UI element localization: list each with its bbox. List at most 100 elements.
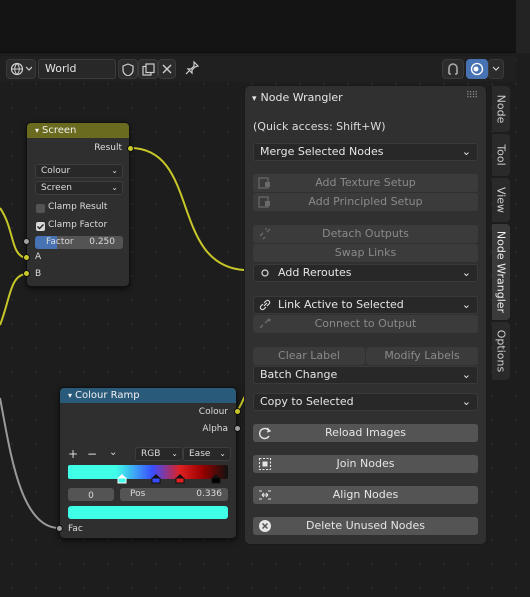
tab-node-label: Node [494,94,508,124]
active-stop-index-value: 0 [88,491,94,501]
add-texture-setup-label: Add Texture Setup [315,176,416,189]
factor-slider[interactable]: Factor 0.250 [35,236,123,249]
reroute-icon [261,269,269,277]
stop-marker-0 [118,474,126,478]
join-nodes-label: Join Nodes [336,457,395,470]
stop-position-field[interactable]: Pos 0.336 [120,488,228,501]
drag-handle-icon[interactable]: ⠿⠿ [466,91,478,101]
copy-to-selected-menu[interactable]: Copy to Selected ⌄ [253,393,478,411]
clear-label-button[interactable]: Clear Label [253,347,365,365]
detach-outputs-button[interactable]: Detach Outputs [253,225,478,243]
chevron-down-icon: ⌄ [461,298,471,311]
detach-outputs-label: Detach Outputs [322,227,409,240]
align-icon [259,490,271,500]
result-socket[interactable] [127,145,134,152]
reload-images-label: Reload Images [324,426,407,439]
link-active-label: Link Active to Selected [278,298,404,311]
checkmark-icon [37,224,44,230]
link-icon [259,299,271,311]
screen-node[interactable]: ▾ Screen Result Colour ⌄ Screen ⌄ Clamp Res… [26,122,130,287]
colour-ramp-node[interactable]: ▾ Colour Ramp Colour Alpha + − ⌄ RGB ⌄ Eas… [59,387,237,539]
frame-icon [258,457,272,471]
remove-stop-button[interactable]: − [87,447,97,461]
input-b-label: B [35,269,42,279]
quick-access-hint: (Quick access: Shift+W) [253,120,386,133]
align-nodes-label: Align Nodes [332,488,399,501]
factor-label: Factor [46,237,74,247]
ramp-stops[interactable] [68,472,228,484]
chevron-down-icon: ⌄ [171,449,178,458]
active-stop-index[interactable]: 0 [68,488,114,501]
delete-unused-nodes-button[interactable]: Delete Unused Nodes [253,517,478,535]
clamp-factor-checkbox[interactable] [36,222,45,231]
reload-icon [259,427,272,440]
add-reroutes-menu[interactable]: Add Reroutes ⌄ [253,264,478,282]
colour-ramp-header[interactable]: ▾ Colour Ramp [60,388,236,403]
texture-node-icon [258,177,270,189]
modify-labels-button[interactable]: Modify Labels [366,347,478,365]
chevron-down-icon: ⌄ [219,449,226,458]
clamp-factor-label: Clamp Factor [48,220,108,230]
swap-links-label: Swap Links [334,246,397,259]
tab-tool-label: Tool [494,144,508,166]
result-output-label: Result [94,143,122,153]
alpha-socket[interactable] [234,425,241,432]
colour-select-value: Colour [41,166,71,176]
clamp-result-checkbox[interactable] [36,204,45,213]
panel-header[interactable]: ▾ Node Wrangler [252,91,343,104]
panel-title: Node Wrangler [260,91,343,104]
delete-x-icon [259,520,271,532]
add-principled-setup-button[interactable]: Add Principled Setup [253,193,478,211]
fac-socket[interactable] [56,525,63,532]
stop-marker-1 [152,474,160,478]
pos-value: 0.336 [196,489,222,499]
stop-marker-2 [176,474,184,478]
add-stop-button[interactable]: + [68,447,78,461]
stop-colour-swatch[interactable] [68,506,228,519]
a-socket[interactable] [23,254,30,261]
principled-node-icon [258,196,270,208]
tab-view[interactable]: View [492,178,510,222]
join-nodes-button[interactable]: Join Nodes [253,455,478,473]
tab-node[interactable]: Node [492,86,510,132]
tab-tool[interactable]: Tool [492,134,510,176]
pos-label: Pos [130,489,146,499]
collapse-chevron-down-icon[interactable]: ▾ [68,391,72,400]
blend-type-value: Screen [41,183,72,193]
connect-to-output-button[interactable]: Connect to Output [253,315,478,333]
chevron-down-icon: ⌄ [111,183,118,192]
stop-marker-3 [212,474,220,478]
screen-node-header[interactable]: ▾ Screen [27,123,129,138]
batch-change-label: Batch Change [260,368,338,381]
interpolation-select[interactable]: Ease ⌄ [183,447,231,461]
factor-value: 0.250 [89,237,115,247]
factor-socket[interactable] [23,238,30,245]
link-into-fac [0,397,60,529]
merge-menu-label: Merge Selected Nodes [260,145,384,158]
align-nodes-button[interactable]: Align Nodes [253,486,478,504]
connect-to-output-label: Connect to Output [314,317,417,330]
link-result-to-right [129,147,245,271]
merge-selected-nodes-menu[interactable]: Merge Selected Nodes ⌄ [253,143,478,161]
tab-node-wrangler-label: Node Wrangler [494,230,508,314]
ramp-menu-chevron-down-icon[interactable]: ⌄ [109,447,117,458]
colour-select[interactable]: Colour ⌄ [35,164,123,178]
colour-socket[interactable] [234,408,241,415]
tab-options[interactable]: Options [492,322,510,380]
colour-mode-select[interactable]: RGB ⌄ [135,447,183,461]
clear-label-label: Clear Label [278,349,340,362]
blend-type-select[interactable]: Screen ⌄ [35,181,123,195]
tab-view-label: View [494,186,508,214]
chevron-down-icon: ⌄ [461,395,471,408]
link-active-to-selected-menu[interactable]: Link Active to Selected ⌄ [253,296,478,314]
link-into-b [0,273,27,326]
add-texture-setup-button[interactable]: Add Texture Setup [253,174,478,192]
reload-images-button[interactable]: Reload Images [253,424,478,442]
swap-links-button[interactable]: Swap Links [253,244,478,262]
b-socket[interactable] [23,270,30,277]
delete-unused-label: Delete Unused Nodes [305,519,426,532]
copy-to-selected-label: Copy to Selected [260,395,354,408]
tab-node-wrangler[interactable]: Node Wrangler [492,224,510,320]
collapse-chevron-down-icon[interactable]: ▾ [35,126,39,135]
batch-change-menu[interactable]: Batch Change ⌄ [253,366,478,384]
